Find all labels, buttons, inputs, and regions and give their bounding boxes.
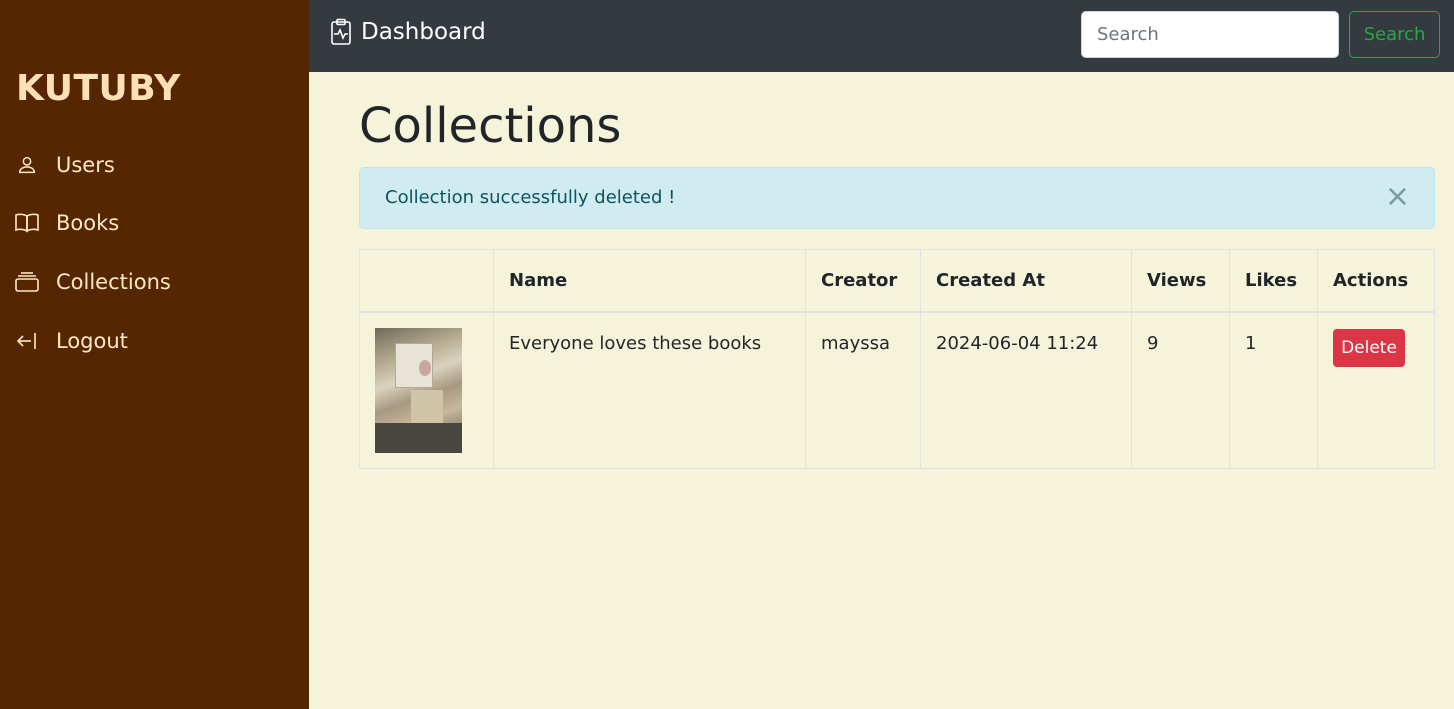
sidebar-item-users[interactable]: Users — [12, 145, 115, 185]
search-input[interactable] — [1081, 11, 1339, 58]
sidebar: KUTUBY Users Books Collections Logout — [0, 0, 309, 709]
brand-logo[interactable]: KUTUBY — [16, 68, 181, 109]
cell-likes: 1 — [1229, 311, 1318, 469]
image-cell — [359, 311, 494, 469]
sidebar-item-label: Logout — [56, 329, 128, 353]
column-header-creator: Creator — [805, 249, 921, 313]
cell-creator: mayssa — [805, 311, 921, 469]
success-alert: Collection successfully deleted ! × — [359, 167, 1435, 229]
collections-table: Name Creator Created At Views Likes Acti… — [359, 249, 1435, 469]
column-header-image — [359, 249, 494, 313]
cell-actions: Delete — [1317, 311, 1435, 469]
sidebar-item-label: Users — [56, 153, 115, 177]
sidebar-item-books[interactable]: Books — [12, 203, 119, 243]
logout-icon — [12, 326, 42, 356]
sidebar-item-logout[interactable]: Logout — [12, 321, 128, 361]
collection-thumbnail — [375, 327, 462, 453]
search-button[interactable]: Search — [1349, 11, 1440, 58]
collection-icon — [12, 267, 42, 297]
dashboard-link[interactable]: Dashboard — [329, 18, 486, 46]
column-header-likes: Likes — [1229, 249, 1318, 313]
sidebar-item-label: Collections — [56, 270, 171, 294]
page-title: Collections — [359, 98, 622, 154]
user-icon — [12, 150, 42, 180]
column-header-name: Name — [493, 249, 806, 313]
sidebar-item-collections[interactable]: Collections — [12, 262, 171, 302]
cell-created-at: 2024-06-04 11:24 — [920, 311, 1132, 469]
delete-button[interactable]: Delete — [1333, 328, 1405, 367]
table-row: Everyone loves these books mayssa 2024-0… — [359, 311, 1435, 469]
alert-message: Collection successfully deleted ! — [385, 187, 676, 208]
book-icon — [12, 208, 42, 238]
table-header-row: Name Creator Created At Views Likes Acti… — [359, 249, 1435, 313]
column-header-created-at: Created At — [920, 249, 1132, 313]
dashboard-title: Dashboard — [361, 19, 486, 45]
top-navbar: Dashboard Search — [309, 0, 1454, 72]
cell-name: Everyone loves these books — [493, 311, 806, 469]
cell-views: 9 — [1131, 311, 1230, 469]
clipboard-pulse-icon — [331, 18, 351, 45]
close-icon[interactable]: × — [1385, 182, 1410, 212]
sidebar-item-label: Books — [56, 211, 120, 235]
column-header-actions: Actions — [1317, 249, 1435, 313]
column-header-views: Views — [1131, 249, 1230, 313]
